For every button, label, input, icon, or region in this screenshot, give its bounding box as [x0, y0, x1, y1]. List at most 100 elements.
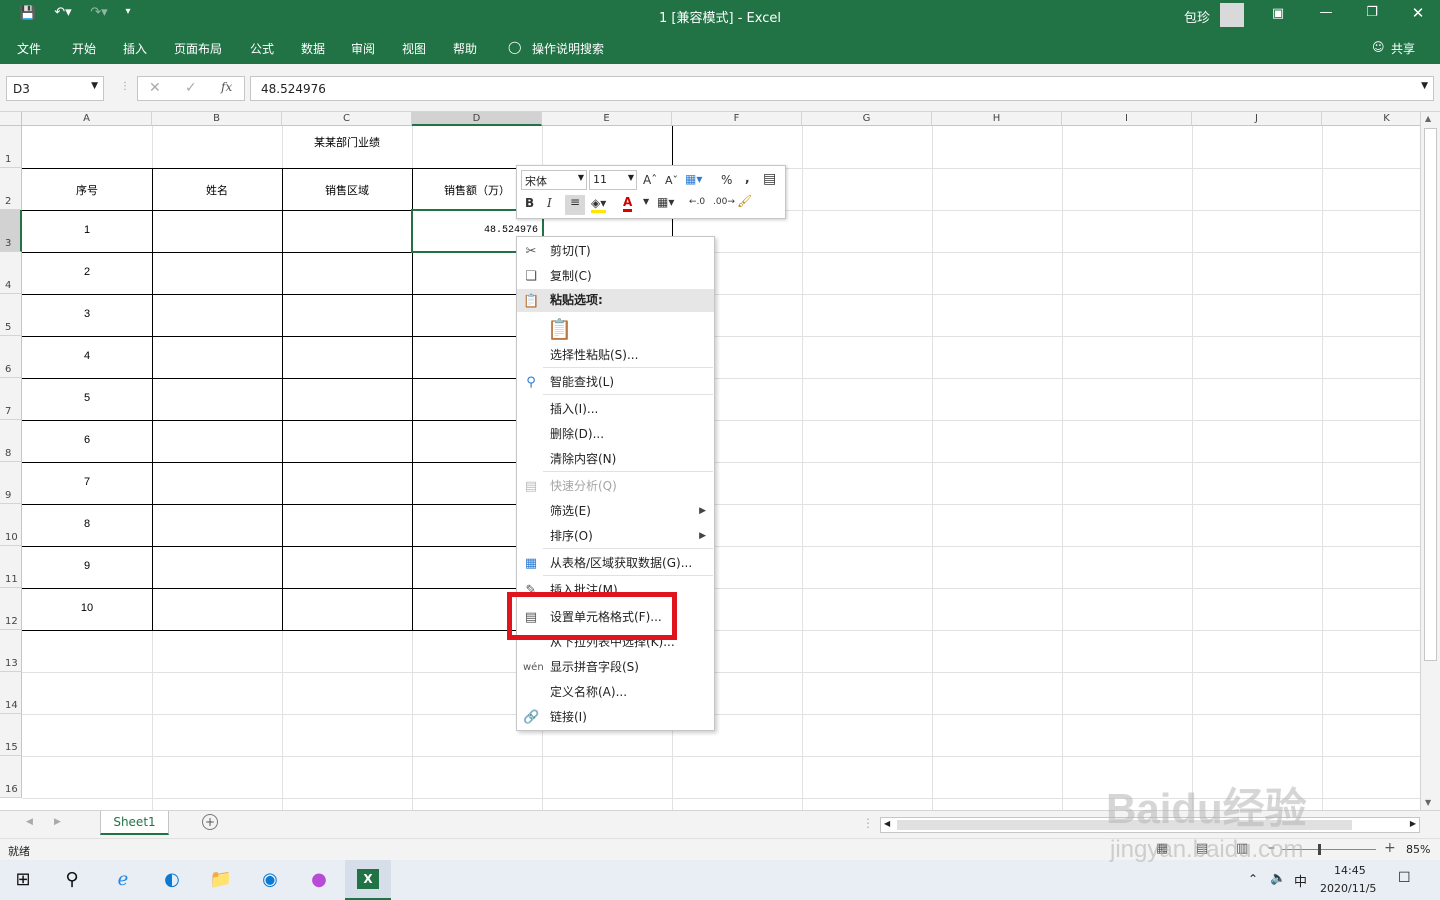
menu-quick-analysis[interactable]: ▤ 快速分析(Q)	[517, 474, 714, 499]
row-header[interactable]: 14	[0, 672, 22, 714]
column-header[interactable]: I	[1062, 112, 1192, 126]
ribbon-display-icon[interactable]: ▣	[1268, 6, 1288, 21]
menu-copy[interactable]: ❏ 复制(C)	[517, 264, 714, 289]
paste-button-icon[interactable]: 📋	[547, 317, 572, 341]
font-size-select[interactable]: 11 ▼	[589, 170, 637, 190]
menu-insert[interactable]: 插入(I)...	[517, 397, 714, 422]
seq-cell[interactable]: 7	[22, 476, 152, 488]
minimize-icon[interactable]: —	[1316, 5, 1336, 20]
zoom-in-icon[interactable]: +	[1384, 840, 1396, 856]
scroll-up-icon[interactable]: ▲	[1425, 114, 1431, 123]
menu-link[interactable]: 🔗 链接(I)	[517, 705, 714, 730]
save-icon[interactable]: 💾	[18, 6, 38, 21]
increase-font-icon[interactable]: Aˆ	[643, 173, 657, 187]
tray-chevron-icon[interactable]: ⌃	[1248, 872, 1258, 886]
share-button[interactable]: 共享	[1391, 40, 1415, 57]
seq-cell[interactable]: 9	[22, 560, 152, 572]
column-header[interactable]: C	[282, 112, 412, 126]
decrease-font-icon[interactable]: Aˇ	[665, 174, 678, 187]
menu-paste-special[interactable]: 选择性粘贴(S)...	[517, 343, 714, 368]
redo-icon[interactable]: ↷▾	[86, 5, 112, 20]
format-painter-icon[interactable]: 🖌	[737, 194, 752, 208]
add-sheet-icon[interactable]: +	[202, 814, 218, 830]
seq-cell[interactable]: 3	[22, 308, 152, 320]
row-header[interactable]: 7	[0, 378, 22, 420]
font-color-dropdown-icon[interactable]: ▼	[643, 197, 649, 206]
seq-cell[interactable]: 6	[22, 434, 152, 446]
notification-icon[interactable]: ☐	[1398, 870, 1411, 886]
cell-d3-value[interactable]: 48.524976	[412, 225, 538, 236]
row-header[interactable]: 10	[0, 504, 22, 546]
menu-smart-lookup[interactable]: ⚲ 智能查找(L)	[517, 370, 714, 395]
row-header[interactable]: 4	[0, 252, 22, 294]
zoom-slider-thumb[interactable]	[1318, 844, 1321, 855]
ime-indicator[interactable]: 中	[1294, 871, 1307, 890]
scroll-thumb[interactable]	[1424, 128, 1437, 661]
select-all-button[interactable]	[0, 112, 22, 126]
menu-sort[interactable]: 排序(O) ▶	[517, 524, 714, 549]
row-header[interactable]: 11	[0, 546, 22, 588]
table-title[interactable]: 某某部门业绩	[22, 134, 672, 150]
increase-decimal-icon[interactable]: ←.0	[689, 197, 705, 207]
avatar[interactable]	[1220, 3, 1244, 27]
number-format-icon[interactable]: ▦▾	[685, 172, 702, 186]
restore-icon[interactable]: ❐	[1362, 5, 1382, 20]
menu-show-phonetic[interactable]: wén 显示拼音字段(S)	[517, 655, 714, 680]
font-name-select[interactable]: 宋体 ▼	[521, 170, 587, 190]
search-icon[interactable]: ⚲	[59, 868, 85, 892]
column-header[interactable]: B	[152, 112, 282, 126]
volume-icon[interactable]: 🔈	[1270, 871, 1286, 886]
comma-style-icon[interactable]: ,	[745, 171, 750, 185]
name-box[interactable]: D3 ▼	[6, 76, 104, 101]
zoom-level[interactable]: 85%	[1406, 843, 1430, 856]
fill-color-icon[interactable]: ◈▾	[591, 196, 607, 213]
customize-qat-icon[interactable]: ▾	[120, 6, 136, 17]
row-header[interactable]: 1	[0, 126, 22, 168]
row-header[interactable]: 8	[0, 420, 22, 462]
insert-function-button[interactable]: fx	[221, 80, 232, 94]
windows-start-icon[interactable]: ⊞	[10, 868, 36, 892]
row-header[interactable]: 15	[0, 714, 22, 756]
close-icon[interactable]: ✕	[1408, 4, 1428, 22]
column-header[interactable]: H	[932, 112, 1062, 126]
file-explorer-icon[interactable]: 📁	[208, 868, 234, 892]
tab-formulas[interactable]: 公式	[250, 40, 274, 57]
seq-cell[interactable]: 5	[22, 392, 152, 404]
seq-cell[interactable]: 1	[22, 224, 152, 236]
row-header[interactable]: 5	[0, 294, 22, 336]
row-header[interactable]: 9	[0, 462, 22, 504]
column-header[interactable]: A	[22, 112, 152, 126]
header-seq[interactable]: 序号	[22, 182, 152, 198]
menu-delete[interactable]: 删除(D)...	[517, 422, 714, 447]
scroll-down-icon[interactable]: ▼	[1425, 798, 1431, 807]
sheet-tab-sheet1[interactable]: Sheet1	[100, 811, 169, 835]
split-handle-icon[interactable]: ⋮	[862, 816, 874, 830]
column-header[interactable]: D	[412, 112, 542, 126]
seq-cell[interactable]: 10	[22, 602, 152, 614]
bold-icon[interactable]: B	[525, 196, 534, 210]
tab-view[interactable]: 视图	[402, 40, 426, 57]
prev-sheet-icon[interactable]: ◀	[26, 817, 33, 827]
browser-app-icon[interactable]: ◉	[257, 868, 283, 892]
expand-icon[interactable]: ▼	[1421, 81, 1428, 91]
row-header[interactable]: 16	[0, 756, 22, 798]
clock-time[interactable]: 14:45	[1334, 864, 1366, 877]
menu-get-data-from-table[interactable]: ▦ 从表格/区域获取数据(G)...	[517, 551, 714, 576]
chevron-down-icon[interactable]: ▼	[91, 81, 98, 91]
user-name[interactable]: 包珍	[1180, 7, 1214, 26]
font-color-icon[interactable]: A	[623, 195, 633, 212]
menu-define-name[interactable]: 定义名称(A)...	[517, 680, 714, 705]
excel-taskbar-item[interactable]: X	[345, 860, 391, 900]
tell-me-search[interactable]: 操作说明搜索	[532, 40, 604, 57]
tab-data[interactable]: 数据	[301, 40, 325, 57]
header-region[interactable]: 销售区域	[282, 182, 412, 198]
column-header[interactable]: E	[542, 112, 672, 126]
menu-filter[interactable]: 筛选(E) ▶	[517, 499, 714, 524]
undo-icon[interactable]: ↶▾	[50, 5, 76, 20]
scroll-right-icon[interactable]: ▶	[1410, 819, 1416, 828]
seq-cell[interactable]: 2	[22, 266, 152, 278]
borders-icon[interactable]: ▦▾	[657, 195, 674, 209]
row-header[interactable]: 3	[0, 210, 22, 252]
percent-icon[interactable]: %	[721, 173, 732, 187]
vertical-scrollbar[interactable]: ▲ ▼	[1420, 112, 1440, 810]
